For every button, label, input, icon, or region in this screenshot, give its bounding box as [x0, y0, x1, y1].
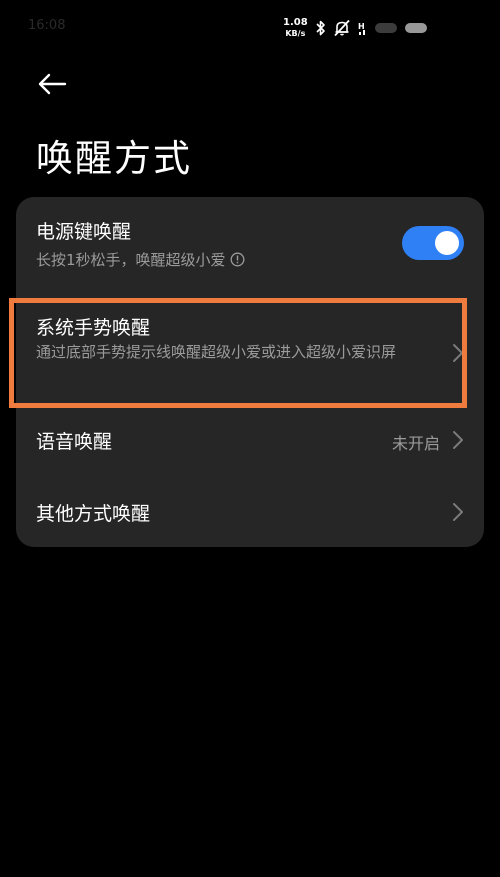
network-speed-unit: KB/s [285, 29, 306, 38]
setting-title: 其他方式唤醒 [36, 503, 151, 525]
battery-icon [404, 23, 427, 33]
setting-title: 语音唤醒 [36, 431, 113, 453]
setting-title: 电源键唤醒 [36, 221, 132, 243]
arrow-left-icon [38, 73, 67, 95]
settings-card: 电源键唤醒 长按1秒松手，唤醒超级小爱 系统手势唤醒 通过底部手势提示线唤醒超级… [16, 197, 484, 547]
info-icon[interactable] [230, 252, 245, 267]
bluetooth-icon [316, 20, 326, 36]
page-title: 唤醒方式 [36, 137, 192, 180]
mute-icon [333, 19, 351, 37]
network-speed: 1.08 KB/s [283, 18, 308, 38]
setting-subtitle-text: 长按1秒松手，唤醒超级小爱 [36, 251, 226, 269]
network-speed-value: 1.08 [283, 17, 308, 28]
back-button[interactable] [32, 64, 72, 104]
setting-row-power-key[interactable]: 电源键唤醒 长按1秒松手，唤醒超级小爱 [16, 197, 484, 293]
setting-row-other[interactable]: 其他方式唤醒 [16, 477, 484, 547]
status-time: 16:08 [28, 18, 66, 33]
setting-row-system-gesture[interactable]: 系统手势唤醒 通过底部手势提示线唤醒超级小爱或进入超级小爱识屏 [16, 301, 484, 395]
status-bar: 16:08 1.08 KB/s H [0, 0, 500, 50]
setting-subtitle: 通过底部手势提示线唤醒超级小爱或进入超级小爱识屏 [36, 343, 397, 361]
status-icons: 1.08 KB/s H [283, 14, 435, 42]
signal-icon: H [358, 20, 368, 36]
wifi-icon [374, 23, 397, 33]
chevron-right-icon [453, 344, 463, 362]
chevron-right-icon [453, 431, 463, 449]
chevron-right-icon [453, 503, 463, 521]
setting-subtitle: 长按1秒松手，唤醒超级小爱 [36, 249, 245, 271]
setting-value: 未开启 [391, 434, 440, 453]
toggle-knob [435, 231, 459, 255]
svg-text:H: H [358, 22, 365, 31]
setting-row-voice[interactable]: 语音唤醒 未开启 [16, 405, 484, 475]
setting-title: 系统手势唤醒 [36, 317, 151, 339]
power-key-toggle[interactable] [402, 226, 464, 260]
